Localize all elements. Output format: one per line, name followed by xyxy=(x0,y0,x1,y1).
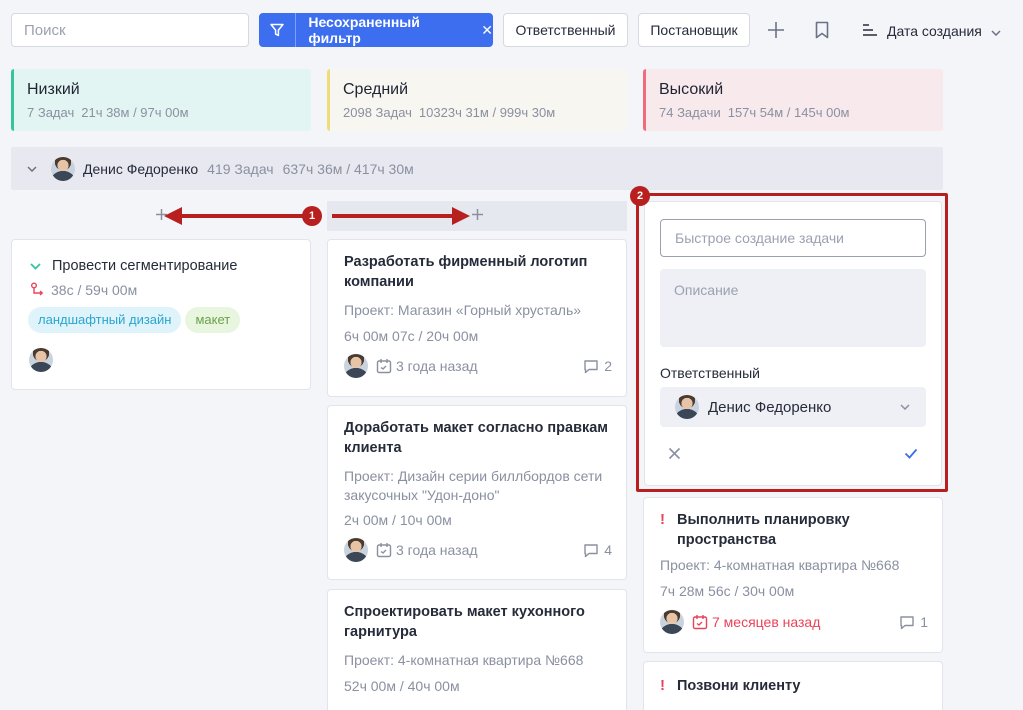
cancel-icon[interactable] xyxy=(668,447,681,460)
urgent-icon: ! xyxy=(660,677,665,694)
task-project: Проект: Магазин «Горный хрусталь» xyxy=(344,302,582,318)
task-card[interactable]: Спроектировать макет кухонного гарнитура… xyxy=(327,589,627,710)
task-time: 6ч 00м 07с / 20ч 00м xyxy=(344,328,479,344)
avatar xyxy=(29,348,53,372)
comment-icon xyxy=(899,615,915,630)
task-time: 38с / 59ч 00м xyxy=(51,282,138,298)
task-title: Спроектировать макет кухонного гарнитура xyxy=(344,604,585,640)
task-count: 74 Задачи xyxy=(659,105,721,120)
responsible-label: Ответственный xyxy=(660,365,760,381)
responsible-value: Денис Федоренко xyxy=(708,398,832,416)
creator-filter-button[interactable]: Постановщик xyxy=(638,13,750,47)
comment-count: 1 xyxy=(920,614,928,630)
group-count: 419 Задач xyxy=(207,160,274,177)
task-title: Выполнить планировку пространства xyxy=(677,512,850,548)
priority-title: Средний xyxy=(343,81,409,98)
task-card[interactable]: ! Позвони клиенту xyxy=(643,661,943,710)
chevron-down-icon[interactable] xyxy=(30,262,41,270)
task-project: Проект: Дизайн серии биллбордов сети зак… xyxy=(344,468,603,503)
task-date: 7 месяцев назад xyxy=(712,614,821,630)
avatar xyxy=(660,610,684,634)
plus-icon[interactable] xyxy=(764,18,788,42)
annotation-badge-1: 1 xyxy=(302,206,322,226)
avatar xyxy=(675,395,699,419)
annotation-badge-2: 2 xyxy=(630,186,650,206)
time-spent: 10323ч 31м / 999ч 30м xyxy=(418,105,556,120)
filter-label: Несохраненный фильтр xyxy=(308,14,420,46)
task-project: Проект: 4-комнатная квартира №668 xyxy=(344,652,584,668)
search-input[interactable] xyxy=(11,13,249,47)
task-date: 3 года назад xyxy=(396,358,478,374)
avatar xyxy=(51,156,75,181)
priority-column-medium: Средний 2098 Задач 10323ч 31м / 999ч 30м xyxy=(327,69,627,131)
clear-filter-icon[interactable]: ✕ xyxy=(481,22,493,39)
task-card[interactable]: Разработать фирменный логотип компании П… xyxy=(327,239,627,397)
time-spent: 157ч 54м / 145ч 00м xyxy=(727,105,850,120)
avatar xyxy=(344,354,368,378)
quick-task-description-input[interactable] xyxy=(660,269,926,347)
task-card[interactable]: Доработать макет согласно правкам клиент… xyxy=(327,405,627,580)
task-title: Разработать фирменный логотип компании xyxy=(344,254,588,290)
comment-count: 4 xyxy=(604,542,612,558)
task-card[interactable]: Провести сегментирование 38с / 59ч 00м л… xyxy=(11,239,311,390)
confirm-icon[interactable] xyxy=(904,448,918,459)
calendar-icon xyxy=(376,358,392,374)
avatar xyxy=(344,538,368,562)
group-time: 637ч 36м / 417ч 30м xyxy=(282,160,414,177)
calendar-overdue-icon xyxy=(692,614,708,630)
chevron-down-icon xyxy=(900,404,910,410)
time-spent: 21ч 38м / 97ч 00м xyxy=(81,105,189,120)
responsible-filter-button[interactable]: Ответственный xyxy=(503,13,628,47)
chevron-down-icon[interactable] xyxy=(27,165,37,172)
urgent-icon: ! xyxy=(660,511,665,528)
priority-column-high: Высокий 74 Задачи 157ч 54м / 145ч 00м xyxy=(643,69,943,131)
tag[interactable]: макет xyxy=(185,307,241,333)
priority-column-low: Низкий 7 Задач 21ч 38м / 97ч 00м xyxy=(11,69,311,131)
comment-icon xyxy=(583,359,599,374)
calendar-icon xyxy=(376,542,392,558)
task-time: 52ч 00м / 40ч 00м xyxy=(344,678,460,694)
task-count: 2098 Задач xyxy=(343,105,412,120)
comment-icon xyxy=(583,543,599,558)
task-count: 7 Задач xyxy=(27,105,75,120)
filter-icon xyxy=(259,13,297,47)
chevron-down-icon xyxy=(991,23,1001,39)
sort-button[interactable]: Дата создания xyxy=(862,20,1001,42)
group-name: Денис Федоренко xyxy=(83,160,199,177)
task-title: Доработать макет согласно правкам клиент… xyxy=(344,420,609,456)
filter-button[interactable]: Несохраненный фильтр ✕ xyxy=(259,13,493,47)
comment-count: 2 xyxy=(604,358,612,374)
task-card[interactable]: ! Выполнить планировку пространства Прое… xyxy=(643,497,943,653)
task-title: Провести сегментирование xyxy=(52,258,238,274)
task-date: 3 года назад xyxy=(396,542,478,558)
task-project: Проект: 4-комнатная квартира №668 xyxy=(660,557,900,573)
sort-label: Дата создания xyxy=(887,23,982,39)
subtask-icon xyxy=(29,282,45,298)
sort-icon xyxy=(862,23,878,40)
task-time: 7ч 28м 56с / 30ч 00м xyxy=(660,583,795,599)
priority-title: Высокий xyxy=(659,81,724,98)
bookmark-icon[interactable] xyxy=(810,18,834,42)
task-title: Позвони клиенту xyxy=(677,678,801,694)
quick-task-title-input[interactable] xyxy=(660,219,926,257)
responsible-select[interactable]: Денис Федоренко xyxy=(660,387,926,427)
assignee-group-row[interactable]: Денис Федоренко 419 Задач 637ч 36м / 417… xyxy=(11,147,943,190)
task-time: 2ч 00м / 10ч 00м xyxy=(344,512,452,528)
tag[interactable]: ландшафтный дизайн xyxy=(28,307,182,333)
priority-title: Низкий xyxy=(27,81,80,98)
